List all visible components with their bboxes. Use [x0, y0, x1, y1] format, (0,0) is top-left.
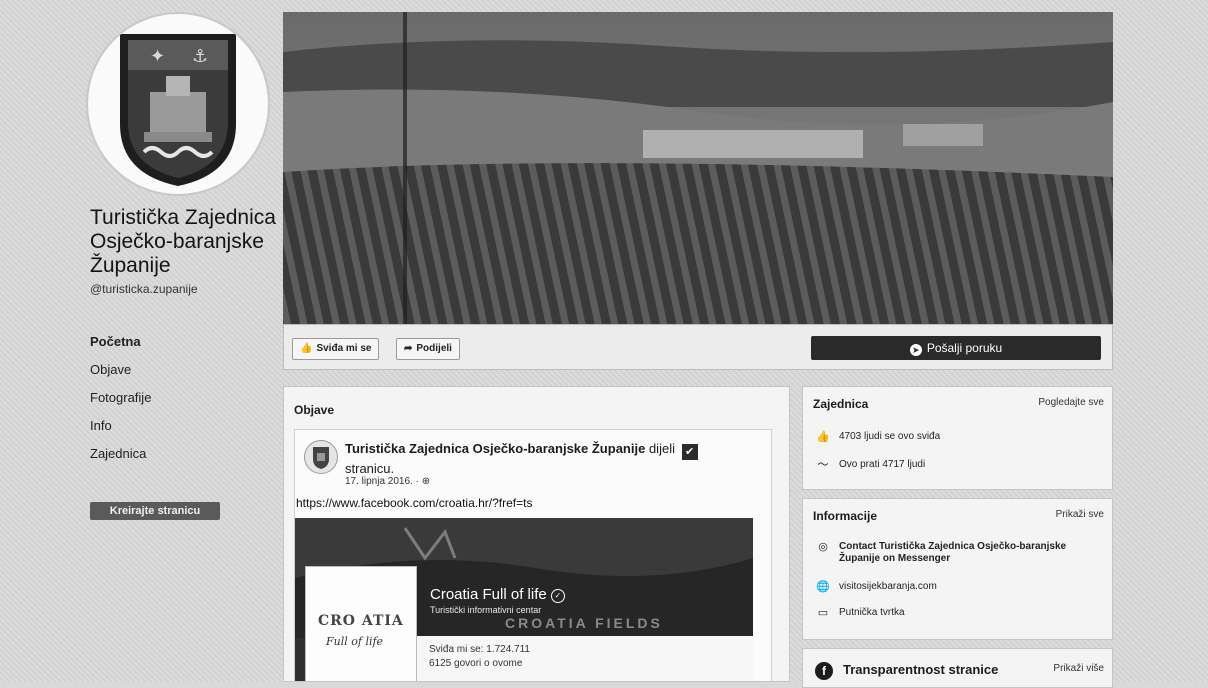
logo-text-croatia: CRO ATIA [318, 613, 404, 629]
about-messenger-row[interactable]: ◎ Contact Turistička Zajednica Osječko-ba… [815, 541, 1079, 565]
shared-page-category: Turistički informativni centar [430, 605, 542, 615]
page-transparency-card: f Transparentnost stranice Prikaži više [802, 648, 1113, 688]
thumbs-up-icon: 👍 [816, 431, 830, 443]
community-title: Zajednica [813, 397, 869, 411]
facebook-page: ✦ ⚓ Turistička Zajednica Osječko-baranjs… [0, 0, 1208, 688]
community-see-all-link[interactable]: Pogledajte sve [1038, 397, 1104, 408]
facebook-icon: f [815, 662, 833, 680]
send-message-button[interactable]: ➤ Pošalji poruku [811, 336, 1101, 360]
post-timestamp[interactable]: 17. lipnja 2016. · ⊕ [345, 476, 430, 487]
about-card: Informacije Prikaži sve ◎ Contact Turisti… [802, 498, 1113, 640]
coat-of-arms-icon [313, 447, 329, 469]
shared-page-talking: 6125 govori o ovome [429, 658, 523, 669]
nav-item-info[interactable]: Info [90, 412, 230, 440]
svg-text:⚓: ⚓ [192, 46, 208, 67]
about-category-row[interactable]: ▭ Putnička tvrtka [815, 607, 1079, 620]
about-see-all-link[interactable]: Prikaži sve [1056, 509, 1104, 520]
share-arrow-icon: ➦ [404, 343, 413, 354]
post-card: Turistička Zajednica Osječko-baranjske Ž… [294, 429, 772, 681]
nav-item-posts[interactable]: Objave [90, 356, 230, 384]
shared-page-likes: Sviđa mi se: 1.724.711 [429, 644, 530, 655]
messenger-icon: ◎ [818, 541, 828, 553]
tag-category-icon: ▭ [817, 607, 829, 619]
shared-page-name[interactable]: Croatia Full of life ✓ [430, 586, 565, 603]
county-coat-of-arms-icon: ✦ ⚓ [120, 34, 236, 186]
messenger-icon: ➤ [909, 344, 922, 356]
community-likes-row: 👍 4703 ljudi se ovo sviđa [816, 431, 941, 443]
like-page-button[interactable]: 👍 Sviđa mi se [292, 338, 380, 360]
shared-page-preview[interactable]: CRO ATIA Full of life Croatia Full of li… [295, 518, 753, 681]
shared-page-stats: Sviđa mi se: 1.724.711 6125 govori o ovo… [417, 636, 753, 681]
post-author-name[interactable]: Turistička Zajednica Osječko-baranjske Ž… [345, 441, 645, 456]
page-action-bar: 👍 Sviđa mi se ➦ Podijeli ➤ Pošalji poruku [283, 324, 1113, 370]
page-title[interactable]: Turistička Zajednica Osječko-baranjske Ž… [90, 206, 286, 278]
posts-section-title: Objave [294, 403, 335, 417]
croatia-logo: CRO ATIA Full of life [305, 566, 417, 681]
logo-text-tagline: Full of life [326, 635, 384, 648]
about-website-row[interactable]: 🌐 visitosijekbaranja.com [815, 581, 1079, 594]
share-page-button[interactable]: ➦ Podijeli [396, 338, 460, 360]
post-header: Turistička Zajednica Osječko-baranjske Ž… [345, 440, 725, 477]
shared-page-icon: ✔ [681, 444, 698, 460]
globe-icon: ⊕ [421, 476, 431, 487]
nav-item-home[interactable]: Početna [90, 328, 230, 356]
nav-item-community[interactable]: Zajednica [90, 440, 230, 468]
posts-section: Objave Turistička Zajednica Osječko-bara… [283, 386, 790, 682]
post-author-avatar[interactable] [304, 440, 338, 474]
transparency-see-more-link[interactable]: Prikaži više [1053, 663, 1104, 674]
rss-follow-icon: 〜 [817, 459, 829, 471]
community-card: Zajednica Pogledajte sve 👍 4703 ljudi se … [802, 386, 1113, 490]
create-page-button[interactable]: Kreirajte stranicu [90, 502, 220, 520]
page-username[interactable]: @turisticka.zupanije [90, 282, 198, 296]
vineyard-landscape-image [283, 12, 1113, 324]
verified-badge-icon: ✓ [550, 589, 565, 603]
globe-icon: 🌐 [816, 581, 830, 593]
about-title: Informacije [813, 509, 878, 523]
thumbs-up-icon: 👍 [300, 343, 313, 354]
cover-watermark-text: CROATIA FIELDS [505, 615, 663, 631]
community-follows-row: 〜 Ovo prati 4717 ljudi [815, 459, 926, 472]
post-action: dijeli [648, 441, 675, 456]
nav-item-photos[interactable]: Fotografije [90, 384, 230, 412]
page-left-navigation: Početna Objave Fotografije Info Zajednic… [90, 328, 230, 468]
svg-text:✦: ✦ [150, 46, 165, 67]
transparency-title: Transparentnost stranice [843, 662, 999, 677]
page-profile-picture[interactable]: ✦ ⚓ [88, 14, 268, 194]
post-action-object: stranicu. [345, 461, 395, 476]
cover-photo[interactable] [283, 12, 1113, 324]
post-link-text[interactable]: https://www.facebook.com/croatia.hr/?fre… [296, 496, 532, 510]
